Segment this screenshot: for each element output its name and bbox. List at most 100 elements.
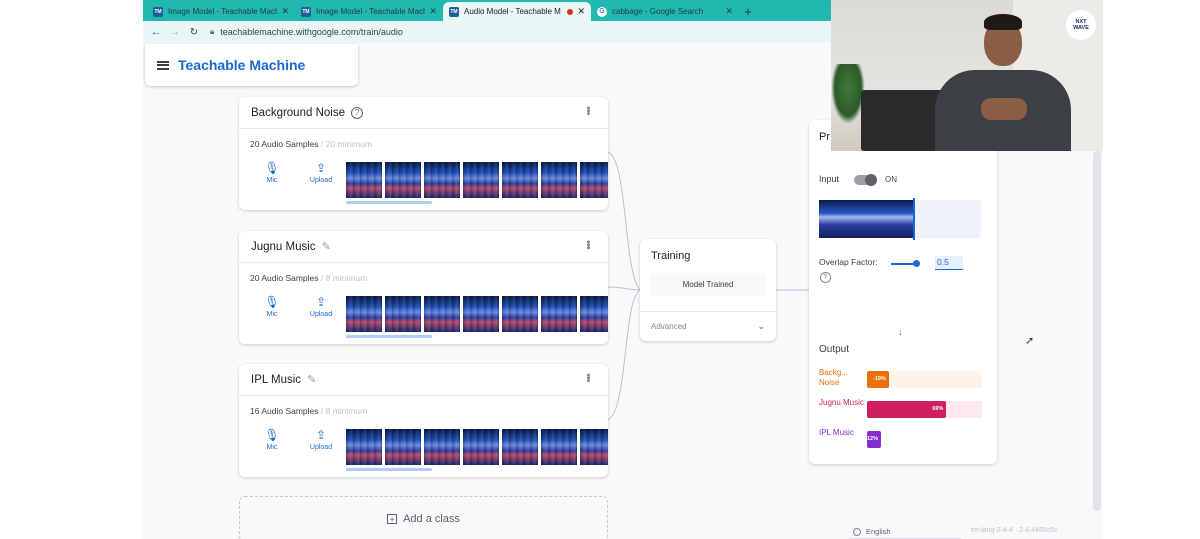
add-class-button[interactable]: + Add a class bbox=[239, 496, 608, 539]
class-header: Jugnu Music ✎ bbox=[239, 231, 608, 263]
sample-thumbnail[interactable] bbox=[424, 162, 460, 198]
help-icon[interactable]: ? bbox=[820, 272, 831, 283]
pencil-icon[interactable]: ✎ bbox=[322, 240, 331, 253]
nxtwave-logo: NXT WAVE bbox=[1066, 10, 1096, 40]
language-select[interactable]: English bbox=[850, 525, 962, 539]
output-row-ipl-music: IPL Music 12% bbox=[819, 428, 984, 452]
sample-thumbnail[interactable] bbox=[346, 296, 382, 332]
forward-icon[interactable]: → bbox=[168, 27, 182, 38]
class-name[interactable]: IPL Music bbox=[251, 374, 301, 386]
thumbnail-scroll-indicator[interactable] bbox=[346, 468, 432, 471]
overlap-value-input[interactable]: 0.5 bbox=[935, 256, 963, 270]
thumbnail-scroll-indicator[interactable] bbox=[346, 335, 432, 338]
class-name[interactable]: Jugnu Music bbox=[251, 241, 316, 253]
sample-thumbnail[interactable] bbox=[346, 162, 382, 198]
spectrogram-empty-area bbox=[915, 200, 981, 238]
output-bar-track: 69% bbox=[867, 401, 982, 418]
close-icon[interactable]: ✕ bbox=[725, 6, 733, 17]
upload-icon: ⇪ bbox=[315, 428, 327, 442]
thumbnail-scroll-indicator[interactable] bbox=[346, 201, 432, 204]
output-bar: -19% bbox=[867, 371, 889, 388]
sample-thumbnail[interactable] bbox=[385, 429, 421, 465]
lock-icon[interactable]: 🔒︎ bbox=[210, 27, 214, 37]
output-bar-track: -19% bbox=[867, 371, 982, 388]
app-title[interactable]: Teachable Machine bbox=[178, 57, 305, 73]
class-name[interactable]: Background Noise bbox=[251, 107, 345, 119]
input-label: Input bbox=[819, 174, 840, 184]
sample-thumbnail[interactable] bbox=[463, 296, 499, 332]
more-options-icon[interactable]: ••• bbox=[582, 373, 594, 382]
train-model-button[interactable]: Model Trained bbox=[650, 273, 766, 296]
live-spectrogram bbox=[819, 200, 915, 238]
close-icon[interactable]: ✕ bbox=[281, 6, 289, 17]
sample-thumbnail[interactable] bbox=[502, 429, 538, 465]
toggle-state: ON bbox=[885, 175, 897, 184]
close-icon[interactable]: ✕ bbox=[577, 6, 585, 17]
browser-tab-2[interactable]: TM Image Model - Teachable Machi ✕ bbox=[295, 2, 443, 21]
more-options-icon[interactable]: ••• bbox=[582, 106, 594, 115]
sample-thumbnails bbox=[346, 162, 608, 198]
samples-row: 🎙︎ Mic ⇪ Upload bbox=[239, 428, 608, 471]
browser-tab-1[interactable]: TM Image Model - Teachable Machi ✕ bbox=[147, 2, 295, 21]
overlap-slider-thumb[interactable] bbox=[913, 260, 920, 267]
class-header: Background Noise ? bbox=[239, 97, 608, 129]
upload-button[interactable]: ⇪ Upload bbox=[301, 428, 341, 452]
back-icon[interactable]: ← bbox=[149, 27, 163, 38]
help-icon[interactable]: ? bbox=[350, 106, 363, 119]
sample-thumbnail[interactable] bbox=[580, 162, 608, 198]
mic-button[interactable]: 🎙︎ Mic bbox=[252, 296, 292, 319]
more-options-icon[interactable]: ••• bbox=[582, 240, 594, 249]
class-header: IPL Music ✎ bbox=[239, 364, 608, 396]
toggle-knob bbox=[865, 174, 877, 186]
tab-title: Image Model - Teachable Machi bbox=[316, 7, 426, 16]
browser-tab-3-active[interactable]: TM Audio Model - Teachable M ✕ bbox=[443, 2, 591, 21]
recording-icon bbox=[567, 8, 574, 15]
sample-thumbnails bbox=[346, 296, 608, 332]
output-bar: 69% bbox=[867, 401, 947, 418]
training-card: Training Model Trained Advanced ⌄ bbox=[640, 239, 776, 341]
pencil-icon[interactable]: ✎ bbox=[307, 373, 316, 386]
tab-title: cabbage - Google Search bbox=[612, 7, 704, 16]
sample-thumbnail[interactable] bbox=[541, 162, 577, 198]
upload-button[interactable]: ⇪ Upload bbox=[301, 162, 341, 185]
mic-icon: 🎙︎ bbox=[264, 161, 280, 175]
sample-thumbnail[interactable] bbox=[541, 429, 577, 465]
sample-thumbnail[interactable] bbox=[502, 162, 538, 198]
sample-thumbnail[interactable] bbox=[580, 296, 608, 332]
sample-count: 20 Audio Samples / 20 minimum bbox=[250, 139, 372, 149]
class-card-ipl-music: IPL Music ✎ ••• 16 Audio Samples / 8 min… bbox=[239, 364, 608, 477]
reload-icon[interactable]: ↻ bbox=[187, 27, 201, 38]
sample-thumbnail[interactable] bbox=[541, 296, 577, 332]
sample-thumbnail[interactable] bbox=[580, 429, 608, 465]
sample-thumbnail[interactable] bbox=[424, 296, 460, 332]
mic-icon: 🎙︎ bbox=[264, 428, 280, 442]
sample-thumbnail[interactable] bbox=[385, 162, 421, 198]
sample-thumbnail[interactable] bbox=[346, 429, 382, 465]
sample-thumbnail[interactable] bbox=[424, 429, 460, 465]
upload-icon: ⇪ bbox=[315, 295, 327, 309]
mic-button[interactable]: 🎙︎ Mic bbox=[252, 161, 292, 185]
new-tab-button[interactable]: + bbox=[739, 2, 757, 21]
output-class-name: Jugnu Music bbox=[819, 398, 864, 407]
sample-thumbnail[interactable] bbox=[502, 296, 538, 332]
arrow-down-icon: ↓ bbox=[898, 326, 903, 337]
add-class-label: Add a class bbox=[403, 513, 460, 525]
sample-thumbnail[interactable] bbox=[463, 429, 499, 465]
class-card-jugnu-music: Jugnu Music ✎ ••• 20 Audio Samples / 8 m… bbox=[239, 231, 608, 344]
upload-button[interactable]: ⇪ Upload bbox=[301, 295, 341, 319]
tab-title: Image Model - Teachable Machi bbox=[168, 7, 278, 16]
google-favicon-icon: G bbox=[597, 6, 607, 17]
sample-thumbnail[interactable] bbox=[385, 296, 421, 332]
close-icon[interactable]: ✕ bbox=[429, 6, 437, 17]
menu-icon[interactable] bbox=[157, 60, 169, 70]
sample-thumbnail[interactable] bbox=[463, 162, 499, 198]
spectrogram-cursor bbox=[913, 198, 915, 240]
input-toggle[interactable] bbox=[854, 174, 877, 186]
mic-button[interactable]: 🎙︎ Mic bbox=[252, 428, 292, 452]
advanced-toggle[interactable]: Advanced ⌄ bbox=[640, 311, 776, 341]
page-scrollbar[interactable] bbox=[1093, 151, 1101, 511]
class-card-background-noise: Background Noise ? ••• 20 Audio Samples … bbox=[239, 97, 608, 210]
browser-tab-4[interactable]: G cabbage - Google Search ✕ bbox=[591, 2, 739, 21]
url-field[interactable]: teachablemachine.withgoogle.com/train/au… bbox=[220, 27, 403, 37]
browser-screen: TM Image Model - Teachable Machi ✕ TM Im… bbox=[143, 0, 1103, 539]
